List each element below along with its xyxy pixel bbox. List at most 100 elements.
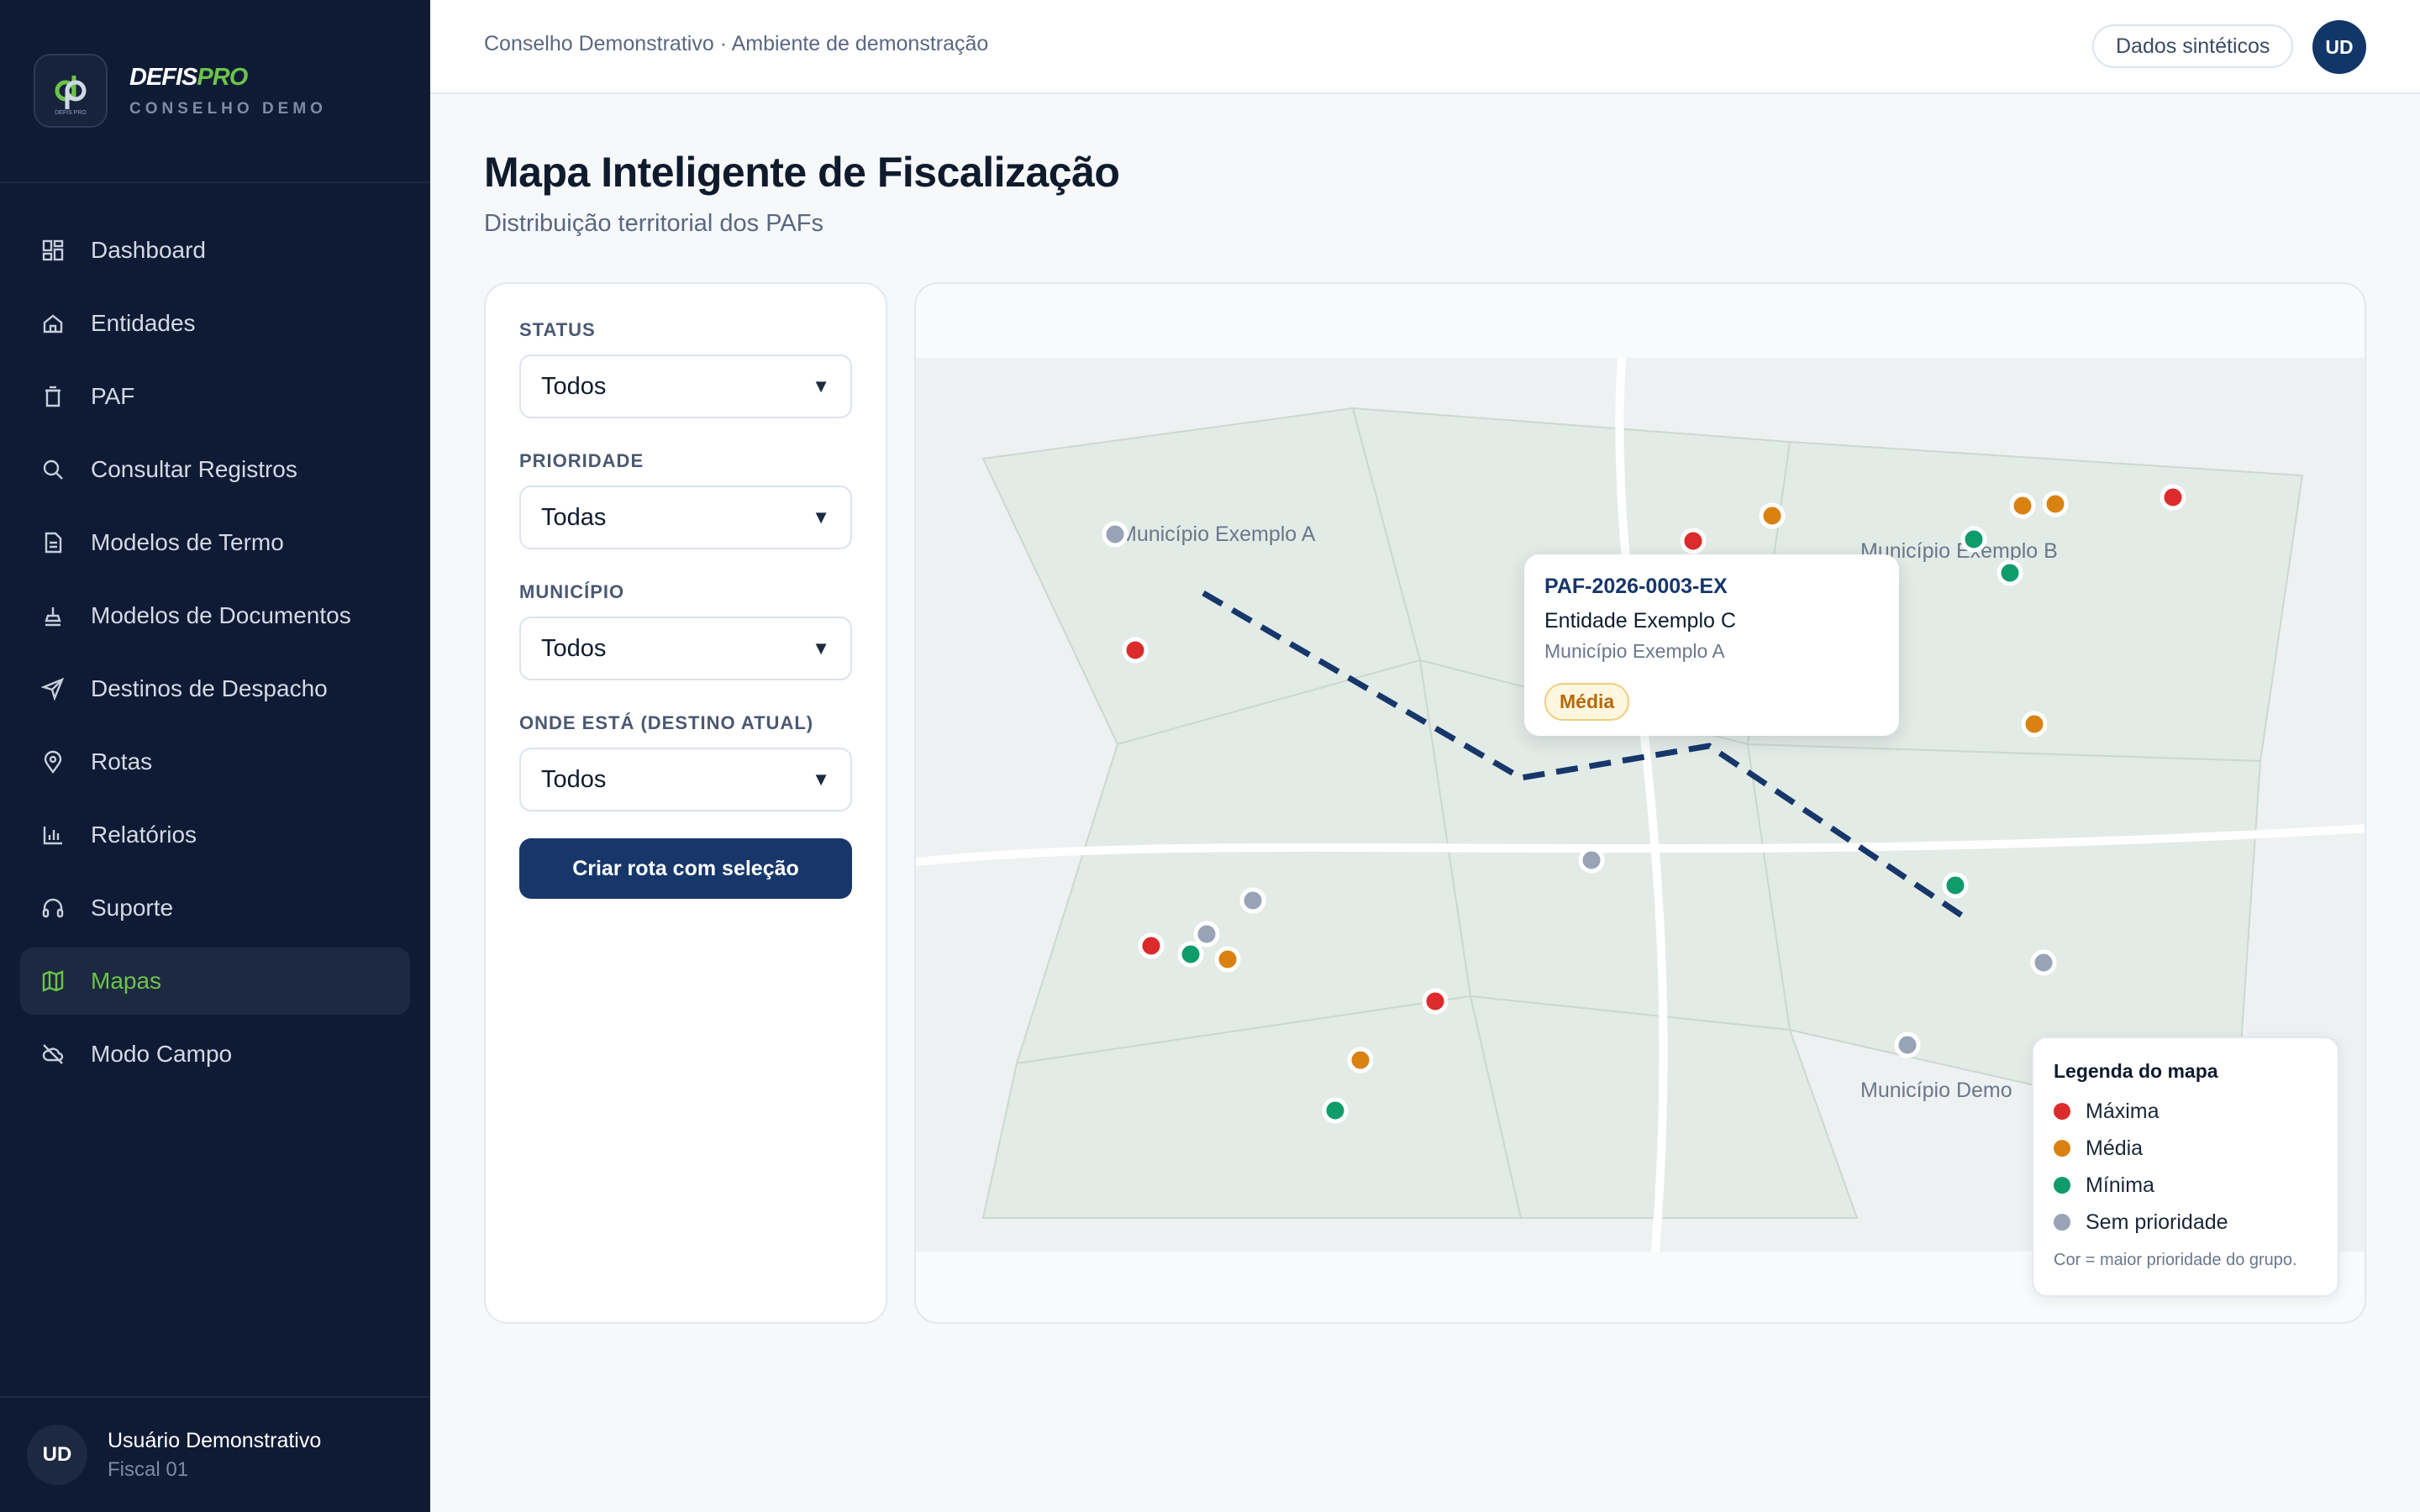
sidebar-item-rotas[interactable]: Rotas <box>20 728 410 795</box>
destination-select[interactable]: Todos ▼ <box>519 748 852 811</box>
page-subtitle: Distribuição territorial dos PAFs <box>484 210 823 237</box>
avatar: UD <box>27 1425 87 1485</box>
send-icon <box>40 676 66 701</box>
map-icon <box>40 969 66 994</box>
sidebar-item-label: Suporte <box>91 895 174 921</box>
legend-dot <box>2054 1177 2070 1194</box>
search-icon <box>40 457 66 482</box>
brand-name-part2: PRO <box>197 63 248 91</box>
brand-name-part1: DEFIS <box>129 63 197 91</box>
region-label: Município Exemplo A <box>1119 522 1316 546</box>
map-marker[interactable] <box>1347 1047 1374 1074</box>
sidebar-item-label: Consultar Registros <box>91 456 297 482</box>
map-marker[interactable] <box>1960 526 1987 553</box>
legend-label: Sem prioridade <box>2086 1210 2228 1234</box>
map-marker[interactable] <box>2160 484 2186 511</box>
priority-select[interactable]: Todas ▼ <box>519 486 852 549</box>
map-marker[interactable] <box>1122 637 1149 664</box>
sidebar-item-modelos-de-documentos[interactable]: Modelos de Documentos <box>20 582 410 649</box>
document-icon <box>40 530 66 555</box>
bar-chart-icon <box>40 822 66 848</box>
sidebar-item-relatorios[interactable]: Relatórios <box>20 801 410 869</box>
brand-logo[interactable]: DEFIS PRO <box>34 54 108 128</box>
priority-filter-label: PRIORIDADE <box>519 450 644 471</box>
destination-select-value: Todos <box>541 765 607 793</box>
map-legend: Legenda do mapa Máxima Média Mínima Sem … <box>2032 1037 2339 1297</box>
tooltip-entity: Entidade Exemplo C <box>1544 609 1736 633</box>
municipality-select[interactable]: Todos ▼ <box>519 617 852 680</box>
sidebar-item-paf[interactable]: PAF <box>20 363 410 430</box>
chevron-down-icon: ▼ <box>812 375 830 396</box>
stamp-icon <box>40 603 66 628</box>
map-marker[interactable] <box>1102 521 1128 548</box>
sidebar-item-modo-campo[interactable]: Modo Campo <box>20 1021 410 1088</box>
map-marker[interactable] <box>1422 988 1449 1015</box>
tooltip-paf-id[interactable]: PAF-2026-0003-EX <box>1544 575 1879 599</box>
svg-text:DEFIS PRO: DEFIS PRO <box>55 110 87 116</box>
sidebar-item-suporte[interactable]: Suporte <box>20 874 410 942</box>
map-marker[interactable] <box>2042 491 2069 517</box>
map-marker[interactable] <box>1193 921 1220 948</box>
brand-subtitle: CONSELHO DEMO <box>129 99 327 118</box>
map-marker[interactable] <box>1214 946 1241 973</box>
tooltip-municipality: Município Exemplo A <box>1544 640 1725 662</box>
map-pin-icon <box>40 749 66 774</box>
map-marker[interactable] <box>1894 1032 1921 1058</box>
map-marker[interactable] <box>1996 559 2023 586</box>
sidebar-item-label: Destinos de Despacho <box>91 675 328 701</box>
topbar: Conselho Demonstrativo · Ambiente de dem… <box>430 0 2420 94</box>
priority-select-value: Todas <box>541 503 607 531</box>
sidebar-item-entidades[interactable]: Entidades <box>20 290 410 357</box>
sidebar-item-label: Mapas <box>91 968 162 994</box>
sidebar-item-consultar-registros[interactable]: Consultar Registros <box>20 436 410 503</box>
create-route-button[interactable]: Criar rota com seleção <box>519 838 852 899</box>
sidebar-item-label: Modelos de Documentos <box>91 602 351 628</box>
headset-icon <box>40 895 66 921</box>
map-marker[interactable] <box>1322 1097 1349 1124</box>
priority-badge: Média <box>1544 683 1630 721</box>
sidebar-item-dashboard[interactable]: Dashboard <box>20 217 410 284</box>
legend-item: Média <box>2054 1130 2317 1167</box>
legend-item: Mínima <box>2054 1167 2317 1204</box>
map-panel: Município Exemplo A Município Exemplo B … <box>914 282 2366 1324</box>
legend-label: Média <box>2086 1136 2144 1160</box>
map-marker[interactable] <box>1759 502 1786 529</box>
legend-dot <box>2054 1103 2070 1120</box>
map-marker[interactable] <box>1680 528 1707 554</box>
user-profile[interactable]: UD Usuário Demonstrativo Fiscal 01 <box>0 1396 430 1512</box>
trash-icon <box>40 384 66 409</box>
user-avatar-button[interactable]: UD <box>2312 20 2366 74</box>
map-marker[interactable] <box>1578 847 1605 874</box>
sidebar-item-label: PAF <box>91 383 135 409</box>
legend-dot <box>2054 1214 2070 1231</box>
map-marker[interactable] <box>2030 949 2057 976</box>
map-marker[interactable] <box>1177 941 1204 968</box>
map-marker[interactable] <box>1138 932 1165 959</box>
synthetic-data-badge: Dados sintéticos <box>2092 24 2294 68</box>
sidebar-item-modelos-de-termo[interactable]: Modelos de Termo <box>20 509 410 576</box>
chevron-down-icon: ▼ <box>812 769 830 790</box>
legend-label: Mínima <box>2086 1173 2154 1197</box>
sidebar: DEFIS PRO DEFISPRO CONSELHO DEMO Dashboa… <box>0 0 430 1512</box>
map-marker[interactable] <box>1942 872 1969 899</box>
sidebar-item-mapas[interactable]: Mapas <box>20 948 410 1015</box>
chevron-down-icon: ▼ <box>812 507 830 528</box>
map-tooltip: PAF-2026-0003-EX Entidade Exemplo C Muni… <box>1524 554 1899 736</box>
sidebar-item-label: Modo Campo <box>91 1041 233 1067</box>
logo-mark-icon: DEFIS PRO <box>55 76 87 116</box>
map-marker[interactable] <box>2009 492 2036 519</box>
status-filter-label: STATUS <box>519 319 596 340</box>
municipality-select-value: Todos <box>541 634 607 662</box>
sidebar-item-label: Rotas <box>91 748 153 774</box>
user-role: Fiscal 01 <box>108 1457 189 1481</box>
legend-dot <box>2054 1140 2070 1157</box>
sidebar-item-destinos-de-despacho[interactable]: Destinos de Despacho <box>20 655 410 722</box>
region-label: Município Demo <box>1860 1079 2012 1102</box>
page-title: Mapa Inteligente de Fiscalização <box>484 149 1120 196</box>
status-select[interactable]: Todos ▼ <box>519 354 852 418</box>
map-marker[interactable] <box>1239 887 1266 914</box>
legend-item: Sem prioridade <box>2054 1204 2317 1241</box>
legend-item: Máxima <box>2054 1093 2317 1130</box>
map-marker[interactable] <box>2021 711 2048 738</box>
sidebar-item-label: Relatórios <box>91 822 197 848</box>
